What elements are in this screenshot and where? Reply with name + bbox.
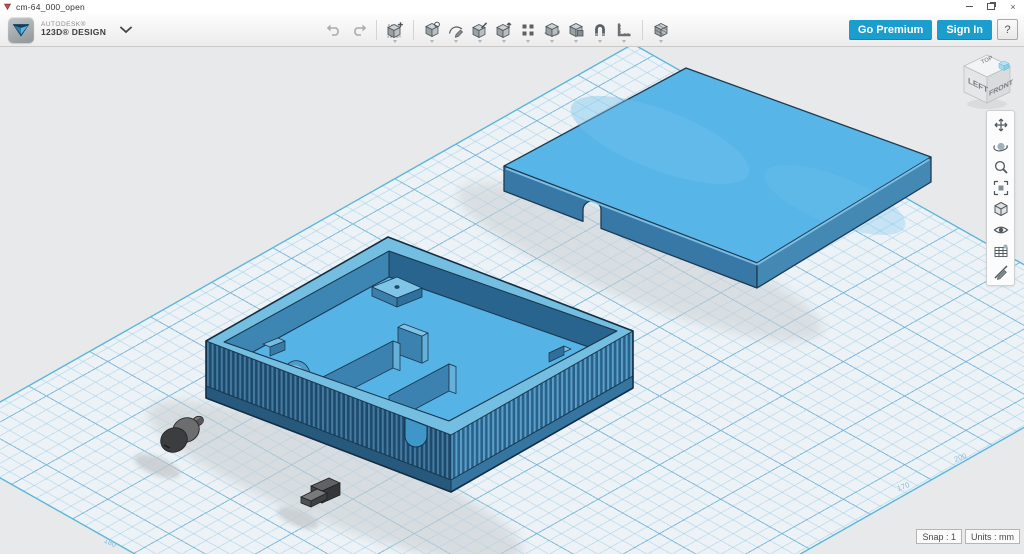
construct-icon <box>471 21 489 39</box>
view-toolbar <box>986 110 1015 286</box>
main-toolbar: AUTODESK® 123D® DESIGN <box>0 13 1024 47</box>
undo-icon <box>326 21 343 38</box>
minimize-button[interactable] <box>958 1 980 13</box>
app-menu-chevron-icon[interactable] <box>120 26 132 34</box>
close-button[interactable]: × <box>1002 1 1024 13</box>
redo-button[interactable] <box>346 17 370 43</box>
visibility-button[interactable] <box>990 219 1011 240</box>
tool-pattern-button[interactable] <box>516 17 540 43</box>
tool-snap-button[interactable] <box>588 17 612 43</box>
tool-materials-button[interactable] <box>649 17 673 43</box>
snap-icon <box>591 21 609 39</box>
logo-triangle-icon <box>11 21 31 39</box>
snap-setting[interactable]: Snap : 1 <box>916 529 962 544</box>
undo-button[interactable] <box>322 17 346 43</box>
tool-combine-button[interactable] <box>564 17 588 43</box>
orbit-button[interactable] <box>990 135 1011 156</box>
pattern-icon <box>519 21 537 39</box>
sign-in-button[interactable]: Sign In <box>937 20 992 40</box>
zoom-button[interactable] <box>990 156 1011 177</box>
view-cube[interactable]: LEFT FRONT TOP <box>960 52 1018 112</box>
pan-button[interactable] <box>990 114 1011 135</box>
insert-primitive-button[interactable] <box>383 17 407 43</box>
tool-sketch-button[interactable] <box>444 17 468 43</box>
tool-grouping-button[interactable] <box>540 17 564 43</box>
view-faces-button[interactable] <box>990 198 1011 219</box>
materials-icon <box>652 21 670 39</box>
hide-sketches-button[interactable] <box>990 261 1011 282</box>
window-title: cm-64_000_open <box>16 2 85 12</box>
tool-primitives-button[interactable] <box>420 17 444 43</box>
restore-button[interactable] <box>980 1 1002 13</box>
tool-ruler-button[interactable] <box>612 17 636 43</box>
brand-text: AUTODESK® 123D® DESIGN <box>41 22 106 38</box>
grid-toggle-button[interactable] <box>990 240 1011 261</box>
grouping-icon <box>543 21 561 39</box>
ruler-icon <box>615 21 633 39</box>
3d-viewport[interactable]: 170 180 170 200 <box>0 46 1024 554</box>
primitives-icon <box>423 21 441 39</box>
brand-product: 123D® DESIGN <box>41 28 106 37</box>
tool-construct-button[interactable] <box>468 17 492 43</box>
tool-modify-button[interactable] <box>492 17 516 43</box>
modify-icon <box>495 21 513 39</box>
model-scene <box>0 46 1024 554</box>
redo-icon <box>350 21 367 38</box>
combine-icon <box>567 21 585 39</box>
fit-button[interactable] <box>990 177 1011 198</box>
insert-primitive-icon <box>386 21 404 39</box>
title-bar: cm-64_000_open × <box>0 0 1024 13</box>
app-logo[interactable] <box>8 17 34 43</box>
app-icon <box>3 2 12 11</box>
sketch-icon <box>447 21 465 39</box>
help-button[interactable]: ? <box>997 19 1018 40</box>
status-bar: Snap : 1 Units : mm <box>916 529 1020 544</box>
units-setting[interactable]: Units : mm <box>965 529 1020 544</box>
go-premium-button[interactable]: Go Premium <box>849 20 932 40</box>
